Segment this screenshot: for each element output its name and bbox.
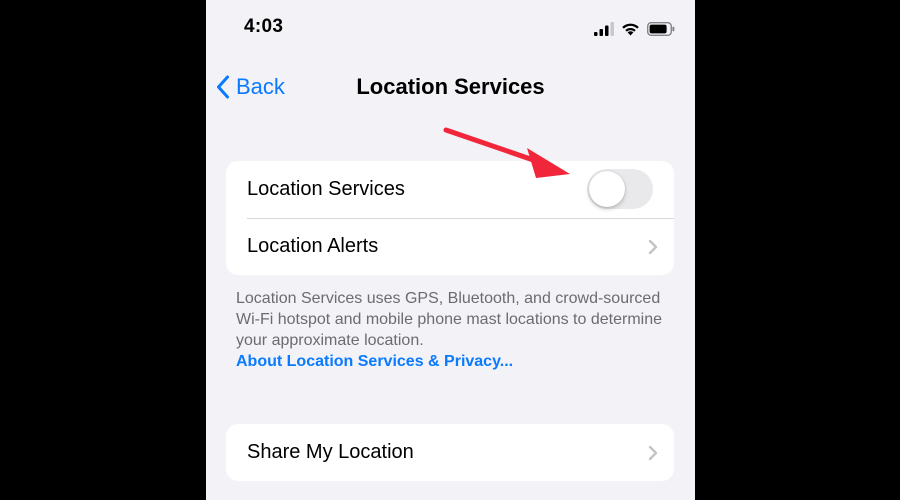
- status-icons: [594, 20, 675, 38]
- about-location-privacy-link[interactable]: About Location Services & Privacy...: [236, 351, 676, 372]
- annotation-arrow-icon: [443, 127, 570, 178]
- page-title: Location Services: [356, 74, 545, 99]
- battery-icon: [647, 22, 675, 36]
- chevron-right-icon: [648, 445, 658, 461]
- wifi-icon: [622, 23, 639, 36]
- location-alerts-label: Location Alerts: [247, 235, 379, 257]
- chevron-right-icon: [648, 239, 658, 255]
- status-time: 4:03: [244, 16, 284, 37]
- toggle-knob: [589, 171, 625, 207]
- footer-description: Location Services uses GPS, Bluetooth, a…: [236, 290, 662, 349]
- location-services-footer: Location Services uses GPS, Bluetooth, a…: [236, 288, 676, 372]
- phone-screen: 4:03 Back Location Services Location Ser…: [206, 0, 695, 500]
- share-my-location-row[interactable]: Share My Location: [226, 424, 674, 481]
- navigation-bar: Back Location Services: [206, 66, 695, 108]
- share-my-location-label: Share My Location: [247, 441, 414, 463]
- status-bar: 4:03: [206, 0, 695, 60]
- cellular-signal-icon: [594, 22, 614, 36]
- settings-group-share: Share My Location: [226, 424, 674, 481]
- location-alerts-row[interactable]: Location Alerts: [226, 218, 674, 275]
- location-services-label: Location Services: [247, 178, 405, 200]
- location-services-toggle[interactable]: [587, 169, 653, 209]
